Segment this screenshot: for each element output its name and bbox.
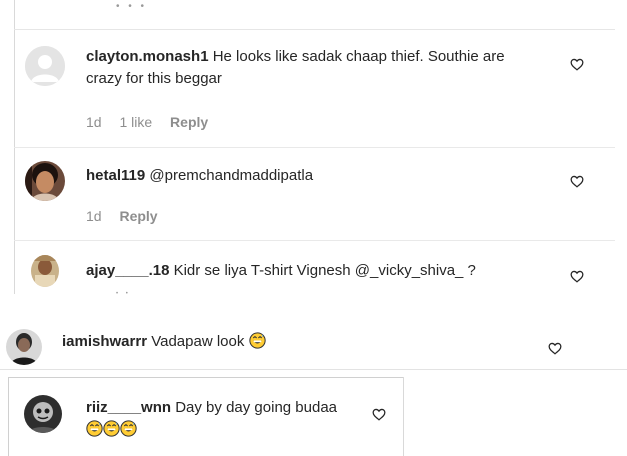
avatar[interactable] [24, 395, 62, 433]
default-avatar-icon[interactable] [25, 46, 65, 86]
heart-outline-icon[interactable] [570, 175, 584, 188]
comment-body: clayton.monash1 He looks like sadak chaa… [86, 46, 556, 90]
heart-outline-icon[interactable] [548, 342, 562, 355]
comment-meta: 1d Reply [86, 208, 172, 224]
comments-panel-top: • • • clayton.monash1 He looks like sada… [0, 0, 615, 297]
comment-body: ajay____.18 Kidr se liya T-shirt Vignesh… [86, 260, 556, 282]
emoji-group [86, 420, 137, 438]
comment-username[interactable]: hetal119 [86, 167, 145, 184]
comment-meta: 1d 1 like Reply [86, 114, 222, 130]
divider [14, 240, 615, 241]
comment-body: iamishwarrr Vadapaw look [62, 331, 532, 353]
divider [14, 147, 615, 148]
comments-screenshot-collage: • • • clayton.monash1 He looks like sada… [0, 0, 627, 456]
reply-button[interactable]: Reply [170, 114, 208, 130]
comment-body: riiz____wnn Day by day going budaa [86, 397, 376, 441]
comment-likes[interactable]: 1 like [119, 114, 152, 130]
ellipsis-dots-icon[interactable]: • • [116, 289, 131, 299]
ellipsis-dots-icon[interactable]: • • • [116, 2, 147, 12]
comment-username[interactable]: iamishwarrr [62, 333, 147, 350]
comment-username[interactable]: riiz____wnn [86, 399, 171, 416]
grinning-sweat-emoji [86, 420, 103, 437]
panel-border-right [403, 377, 404, 456]
comment-mention[interactable]: @premchandmaddipatla [149, 167, 313, 184]
comment-username[interactable]: ajay____.18 [86, 262, 169, 279]
avatar[interactable] [6, 329, 42, 365]
heart-outline-icon[interactable] [372, 408, 386, 421]
avatar[interactable] [31, 255, 59, 287]
heart-outline-icon[interactable] [570, 270, 584, 283]
reply-button[interactable]: Reply [119, 208, 157, 224]
comments-panel-bottom: riiz____wnn Day by day going budaa [0, 371, 404, 456]
grinning-sweat-emoji [103, 420, 120, 437]
comments-panel-middle: iamishwarrr Vadapaw look [0, 309, 627, 371]
comment-username[interactable]: clayton.monash1 [86, 48, 209, 65]
divider [0, 369, 627, 370]
comment-body: hetal119 @premchandmaddipatla [86, 165, 556, 187]
comment-time: 1d [86, 208, 102, 224]
grinning-sweat-emoji [120, 420, 137, 437]
comment-text-cont: crazy for this beggar [86, 70, 222, 87]
comment-time: 1d [86, 114, 102, 130]
grinning-sweat-emoji [248, 332, 266, 349]
divider [14, 29, 615, 30]
comment-text: Vadapaw look [151, 333, 245, 350]
avatar[interactable] [25, 161, 65, 201]
comment-text: Kidr se liya T-shirt Vignesh @_vicky_shi… [173, 262, 476, 279]
comment-text: Day by day going budaa [175, 399, 338, 416]
comment-text: He looks like sadak chaap thief. Southie… [212, 48, 505, 65]
heart-outline-icon[interactable] [570, 58, 584, 71]
